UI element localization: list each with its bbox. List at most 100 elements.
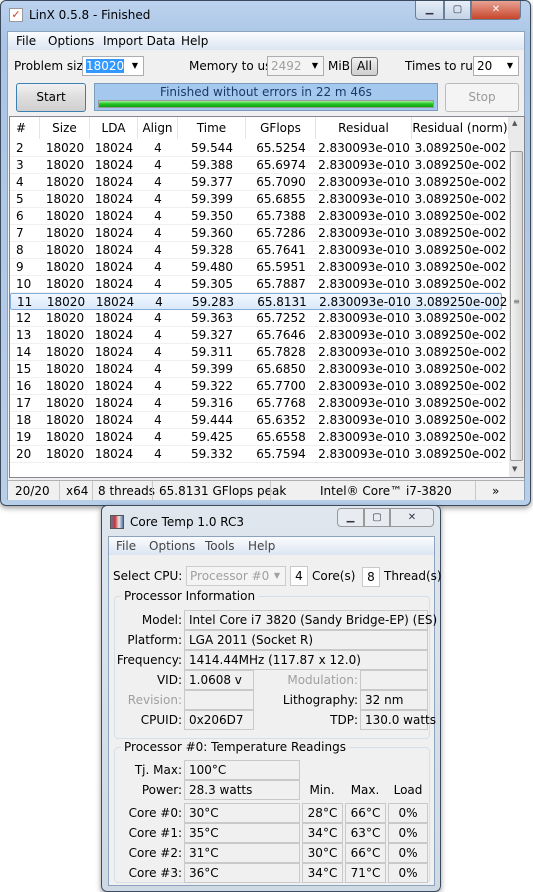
core-label: Core #0: xyxy=(128,806,182,820)
cell-size: 18020 xyxy=(45,260,85,274)
cell-time: 59.350 xyxy=(191,209,233,223)
core-min: 28°C xyxy=(302,803,343,823)
cell-align: 4 xyxy=(154,413,162,427)
platform-value: LGA 2011 (Socket R) xyxy=(184,630,428,650)
maximize-button[interactable]: ▢ xyxy=(364,508,390,527)
menu-options[interactable]: Options xyxy=(48,34,94,48)
cell-lda: 18024 xyxy=(94,158,134,172)
table-row[interactable]: 17 18020 18024 4 59.316 65.7768 2.830093e-010 3… xyxy=(10,395,506,412)
cell-num: 19 xyxy=(16,430,32,444)
select-cpu-value: Processor #0 xyxy=(190,569,270,583)
cell-align: 4 xyxy=(154,447,162,461)
menu-import-data[interactable]: Import Data xyxy=(103,34,175,48)
cell-size: 18020 xyxy=(45,328,85,342)
table-row[interactable]: 15 18020 18024 4 59.399 65.6850 2.830093e-010 3… xyxy=(10,361,506,378)
table-row[interactable]: 5 18020 18024 4 59.399 65.6855 2.830093e-010 3.… xyxy=(10,191,506,208)
cell-residual: 2.830093e-010 xyxy=(318,243,410,257)
model-value: Intel Core i7 3820 (Sandy Bridge-EP) (ES… xyxy=(184,610,437,630)
maximize-button[interactable]: ▢ xyxy=(444,1,471,20)
cell-time: 59.283 xyxy=(192,295,234,309)
core-max: 63°C xyxy=(345,823,386,843)
menu-file[interactable]: File xyxy=(16,34,36,48)
cell-size: 18020 xyxy=(45,175,85,189)
cell-gflops: 65.7700 xyxy=(256,379,306,393)
progress-track xyxy=(98,100,434,108)
cell-lda: 18024 xyxy=(94,447,134,461)
cell-align: 4 xyxy=(154,379,162,393)
scroll-down-icon[interactable]: ▼ xyxy=(512,465,517,473)
core-min: 30°C xyxy=(302,843,343,863)
menu-options[interactable]: Options xyxy=(149,539,195,553)
minimize-button[interactable]: ▁ xyxy=(415,1,444,20)
table-row[interactable]: 18 18020 18024 4 59.444 65.6352 2.830093e-010 3… xyxy=(10,412,506,429)
core-max: 71°C xyxy=(345,863,386,883)
start-button[interactable]: Start xyxy=(16,83,86,112)
scroll-up-icon[interactable]: ▲ xyxy=(512,119,517,127)
cell-residual-norm: 3.089250e-002 xyxy=(414,396,507,410)
tjmax-value: 100°C xyxy=(184,760,300,780)
table-row[interactable]: 14 18020 18024 4 59.311 65.7828 2.830093e-010 3… xyxy=(10,344,506,361)
cell-num: 7 xyxy=(16,226,24,240)
cell-residual-norm: 3.089250e-002 xyxy=(414,175,507,189)
table-row[interactable]: 8 18020 18024 4 59.328 65.7641 2.830093e-010 3.… xyxy=(10,242,506,259)
cell-num: 5 xyxy=(16,192,24,206)
cell-residual-norm: 3.089250e-002 xyxy=(414,243,507,257)
tdp-label: TDP: xyxy=(330,713,358,727)
minimize-button[interactable]: ▁ xyxy=(337,508,364,527)
column-header-lda[interactable]: LDA xyxy=(90,117,138,139)
menu-help[interactable]: Help xyxy=(248,539,275,553)
table-row[interactable]: 11 18020 18024 4 59.283 65.8131 2.830093e-010 3… xyxy=(10,293,507,310)
table-row[interactable]: 20 18020 18024 4 59.332 65.7594 2.830093e-010 3… xyxy=(10,446,506,463)
table-row[interactable]: 10 18020 18024 4 59.305 65.7887 2.830093e-010 3… xyxy=(10,276,506,293)
cell-num: 8 xyxy=(16,243,24,257)
cell-time: 59.328 xyxy=(191,243,233,257)
revision-label: Revision: xyxy=(127,693,182,707)
column-header-time[interactable]: Time xyxy=(178,117,246,139)
column-header-residual-norm[interactable]: Residual (norm) xyxy=(412,117,509,139)
cell-num: 12 xyxy=(16,311,32,325)
column-header-align[interactable]: Align xyxy=(138,117,178,139)
cell-time: 59.360 xyxy=(191,226,233,240)
stop-button[interactable]: Stop xyxy=(445,83,519,112)
table-row[interactable]: 6 18020 18024 4 59.350 65.7388 2.830093e-010 3.… xyxy=(10,208,506,225)
column-header-residual[interactable]: Residual xyxy=(316,117,412,139)
memory-select[interactable]: 2492 ▼ xyxy=(267,56,324,76)
cell-size: 18020 xyxy=(46,295,86,309)
times-select[interactable]: 20 ▼ xyxy=(473,56,519,76)
all-button[interactable]: All xyxy=(351,57,378,76)
scrollbar[interactable]: ▲ ≡ ▼ xyxy=(509,117,524,477)
scroll-thumb[interactable]: ≡ xyxy=(510,151,523,461)
close-button[interactable]: ✕ xyxy=(390,508,434,527)
table-row[interactable]: 16 18020 18024 4 59.322 65.7700 2.830093e-010 3… xyxy=(10,378,506,395)
table-row[interactable]: 3 18020 18024 4 59.388 65.6974 2.830093e-010 3.… xyxy=(10,157,506,174)
table-row[interactable]: 4 18020 18024 4 59.377 65.7090 2.830093e-010 3.… xyxy=(10,174,506,191)
menu-help[interactable]: Help xyxy=(181,34,208,48)
close-button[interactable]: ✕ xyxy=(471,1,521,20)
cell-residual-norm: 3.089250e-002 xyxy=(414,226,507,240)
table-row[interactable]: 9 18020 18024 4 59.480 65.5951 2.830093e-010 3.… xyxy=(10,259,506,276)
problem-size-select[interactable]: 18020 ▼ xyxy=(82,56,144,76)
column-header-gflops[interactable]: GFlops xyxy=(246,117,316,139)
cell-lda: 18024 xyxy=(94,396,134,410)
table-row[interactable]: 19 18020 18024 4 59.425 65.6558 2.830093e-010 3… xyxy=(10,429,506,446)
cell-time: 59.311 xyxy=(191,345,233,359)
column-header-size[interactable]: Size xyxy=(40,117,90,139)
table-row[interactable]: 2 18020 18024 4 59.544 65.5254 2.830093e-010 3.… xyxy=(10,140,506,157)
menu-file[interactable]: File xyxy=(116,539,136,553)
status-bar: 20/20 x64 8 threads 65.8131 GFlops peak … xyxy=(8,480,524,501)
status-arch: x64 xyxy=(66,484,89,498)
menu-tools[interactable]: Tools xyxy=(205,539,235,553)
cell-residual: 2.830093e-010 xyxy=(318,192,410,206)
cell-residual: 2.830093e-010 xyxy=(318,362,410,376)
cell-align: 4 xyxy=(154,328,162,342)
cell-size: 18020 xyxy=(45,209,85,223)
table-row[interactable]: 12 18020 18024 4 59.363 65.7252 2.830093e-010 3… xyxy=(10,310,506,327)
table-row[interactable]: 13 18020 18024 4 59.327 65.7646 2.830093e-010 3… xyxy=(10,327,506,344)
column-header-num[interactable]: # xyxy=(10,117,40,139)
results-table: # Size LDA Align Time GFlops Residual Residual … xyxy=(9,116,525,478)
status-more[interactable]: » xyxy=(492,484,499,498)
table-header: # Size LDA Align Time GFlops Residual Residual … xyxy=(10,117,509,139)
select-cpu-dropdown[interactable]: Processor #0 ▼ xyxy=(186,566,286,586)
table-row[interactable]: 7 18020 18024 4 59.360 65.7286 2.830093e-010 3.… xyxy=(10,225,506,242)
cell-residual: 2.830093e-010 xyxy=(318,158,410,172)
